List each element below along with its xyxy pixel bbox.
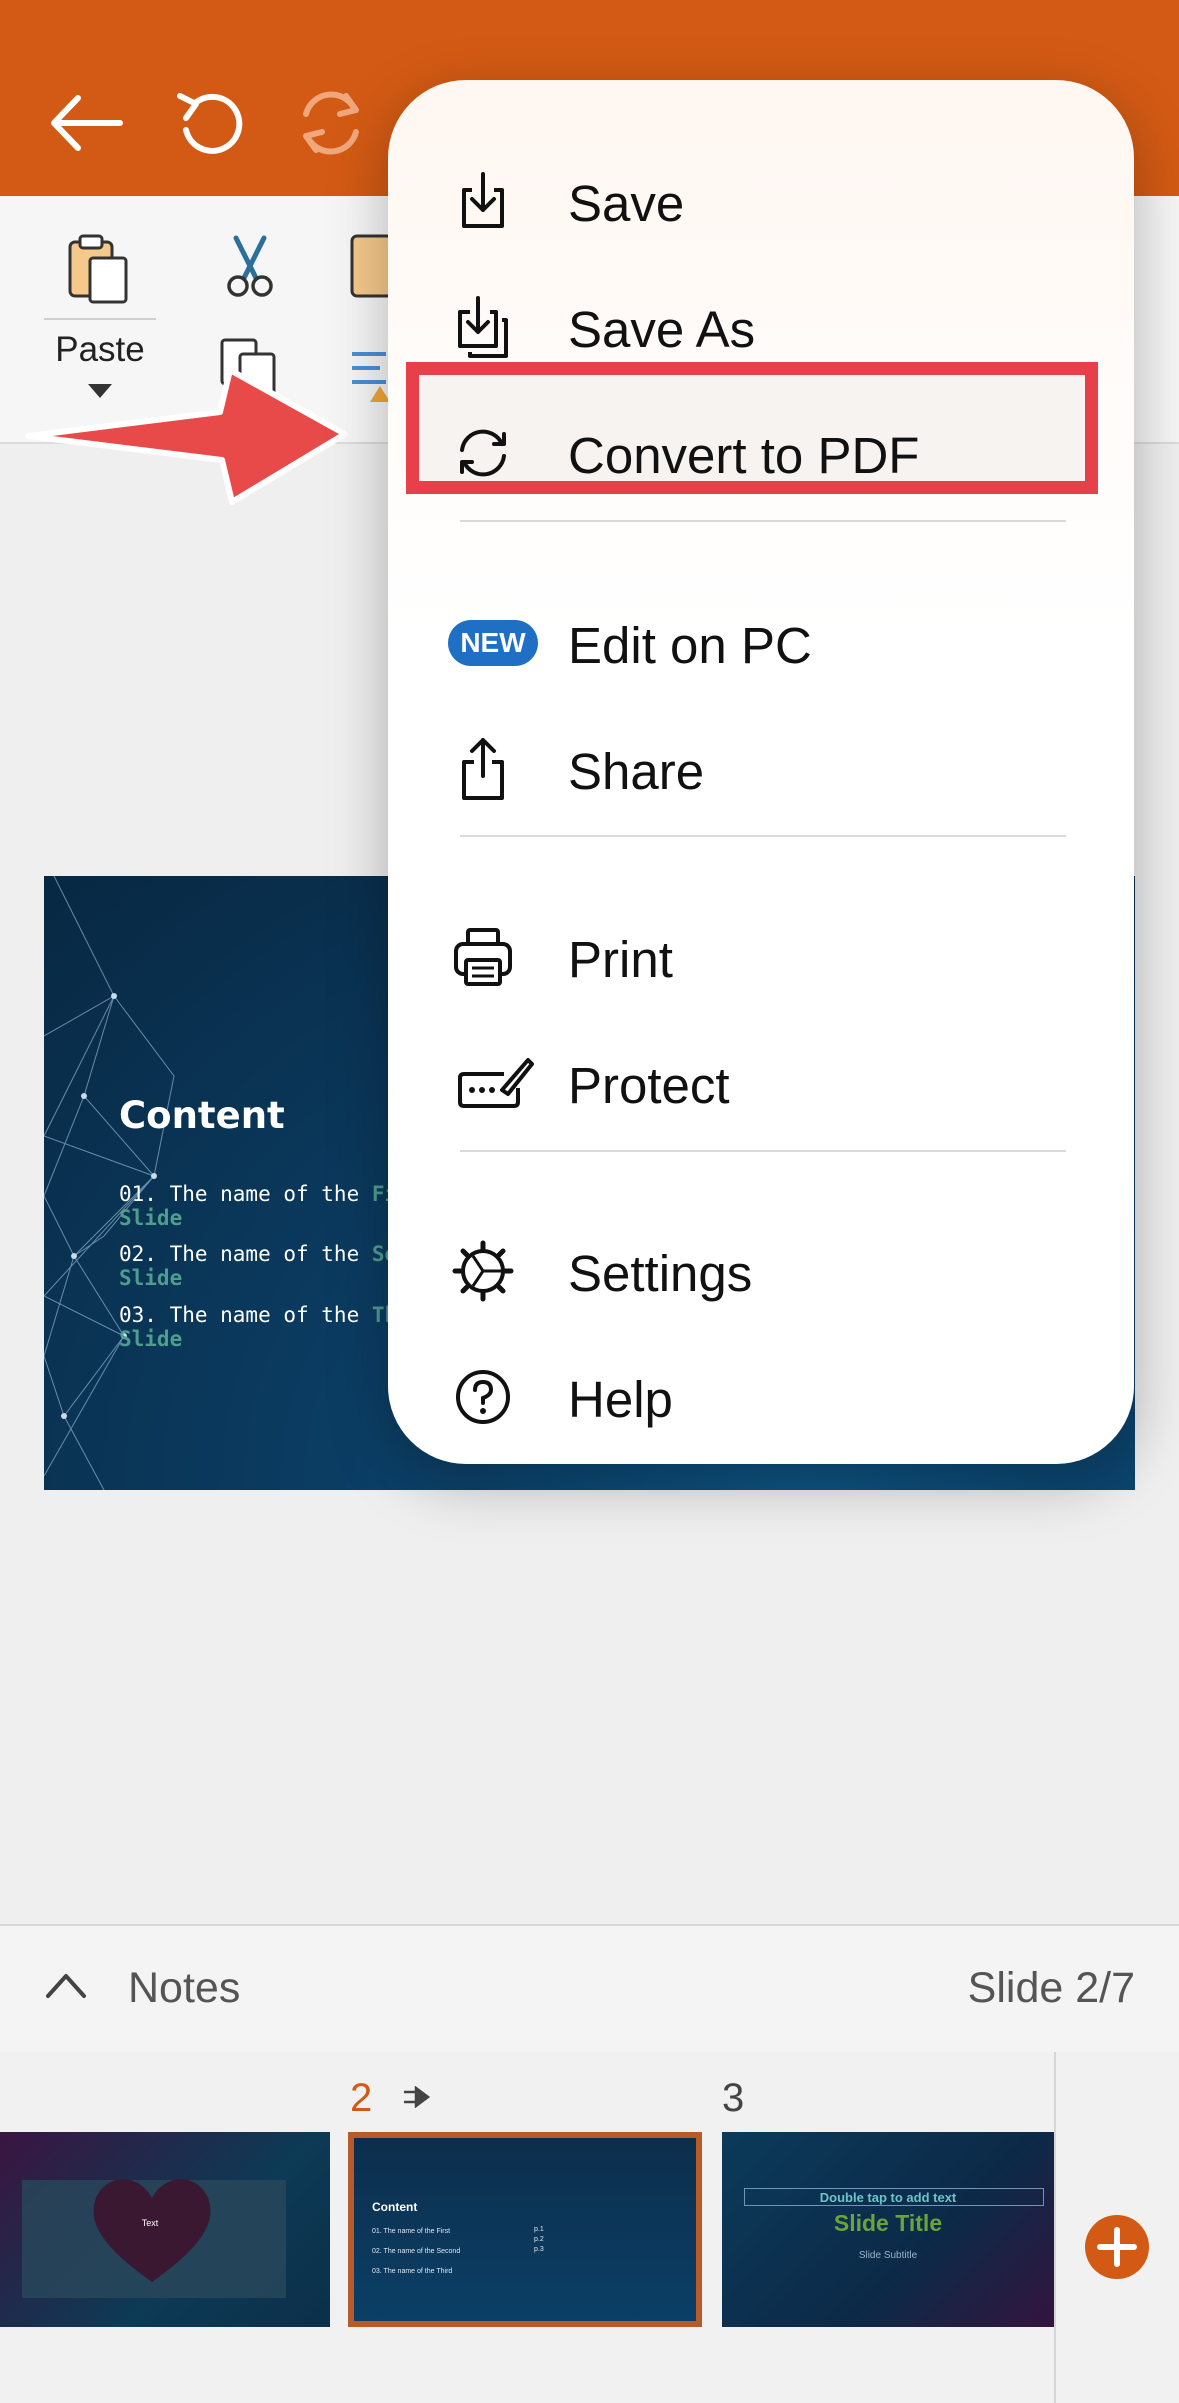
file-menu-popover: Save Save As Convert to PDF NEW Edit on …: [388, 80, 1134, 1464]
back-arrow-icon[interactable]: [40, 78, 130, 168]
menu-item-label: Settings: [568, 1245, 753, 1302]
slide-title: Content: [119, 1094, 285, 1137]
menu-item-save[interactable]: Save: [388, 146, 1134, 256]
redo-icon[interactable]: [286, 78, 376, 168]
thumb-page: p.2: [534, 2236, 544, 2243]
menu-divider: [460, 520, 1066, 522]
thumbnail-number: 2: [350, 2076, 373, 2120]
menu-item-label: Save: [568, 175, 685, 232]
text-format-icon[interactable]: [350, 346, 390, 402]
menu-item-share[interactable]: Share: [388, 714, 1134, 824]
printer-icon: [454, 928, 512, 986]
gear-icon: [452, 1240, 514, 1302]
thumb-subtitle: Slide Subtitle: [858, 2250, 918, 2261]
thumb-text: Text: [141, 2218, 159, 2228]
thumb-line: 03. The name of the Third: [372, 2268, 453, 2275]
thumbnail-number: 3: [722, 2076, 745, 2120]
notes-label[interactable]: Notes: [128, 1964, 240, 2013]
save-icon: [462, 172, 504, 228]
scissors-icon[interactable]: [222, 234, 278, 300]
menu-item-help[interactable]: Help: [388, 1342, 1134, 1452]
menu-item-label: Edit on PC: [568, 617, 812, 674]
menu-item-label: Share: [568, 743, 705, 800]
menu-item-convert-to-pdf[interactable]: Convert to PDF: [388, 398, 1134, 508]
save-as-icon: [458, 296, 508, 358]
menu-divider: [460, 1150, 1066, 1152]
format-painter-icon[interactable]: [348, 232, 392, 302]
help-icon: [456, 1370, 510, 1424]
menu-item-label: Save As: [568, 301, 756, 358]
thumb-page: p.1: [534, 2226, 544, 2233]
menu-item-label: Convert to PDF: [568, 427, 920, 484]
slide-indicator: Slide 2/7: [967, 1964, 1135, 2012]
undo-icon[interactable]: [166, 78, 256, 168]
slide-thumbnail-1[interactable]: Text: [0, 2132, 330, 2327]
add-slide-icon[interactable]: [1084, 2214, 1150, 2280]
menu-divider: [460, 835, 1066, 837]
menu-item-label: Help: [568, 1371, 673, 1428]
paste-icon[interactable]: [64, 232, 134, 306]
transition-icon: [404, 2086, 431, 2108]
thumb-title: Content: [372, 2200, 418, 2214]
thumb-page: p.3: [534, 2246, 544, 2253]
menu-item-settings[interactable]: Settings: [388, 1216, 1134, 1326]
share-icon: [462, 738, 504, 800]
menu-item-print[interactable]: Print: [388, 902, 1134, 1012]
menu-item-label: Protect: [568, 1057, 730, 1114]
protect-icon: [458, 1058, 534, 1108]
notes-bar[interactable]: Notes Slide 2/7: [0, 1924, 1179, 2054]
chevron-up-icon[interactable]: [44, 1970, 88, 2000]
menu-item-label: Print: [568, 931, 673, 988]
convert-icon: [460, 429, 506, 477]
slide-list-item: 02. The name of the SecoSlide: [119, 1242, 422, 1290]
new-badge: NEW: [448, 620, 538, 666]
menu-item-protect[interactable]: Protect: [388, 1028, 1134, 1138]
thumb-line: 02. The name of the Second: [372, 2248, 461, 2255]
slide-thumbnail-2[interactable]: Content 01. The name of the First 02. Th…: [348, 2132, 702, 2327]
thumb-line: 01. The name of the First: [372, 2228, 451, 2235]
annotation-arrow: [25, 367, 348, 505]
thumb-hint: Double tap to add text: [819, 2190, 957, 2205]
heart-shape: [93, 2179, 211, 2282]
thumbs-divider: [1054, 2052, 1056, 2403]
thumb-title: Slide Title: [833, 2210, 943, 2236]
slide-thumbnail-3[interactable]: Double tap to add text Slide Title Slide…: [722, 2132, 1054, 2327]
paste-divider: [44, 318, 156, 320]
menu-item-edit-on-pc[interactable]: NEW Edit on PC: [388, 588, 1134, 698]
